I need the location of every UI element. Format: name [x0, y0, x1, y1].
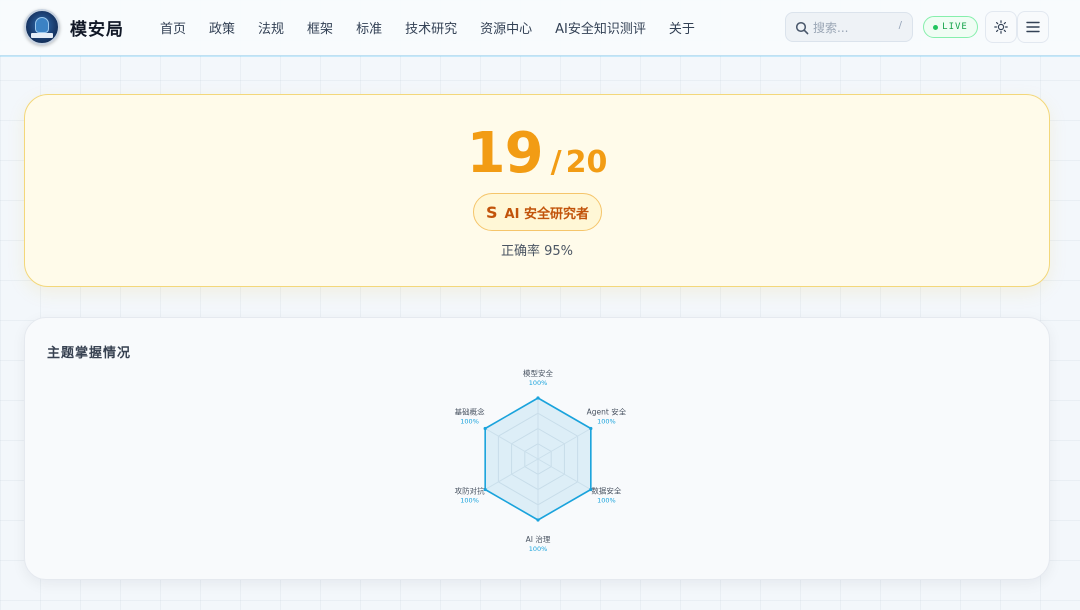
brand-name[interactable]: 模安局 — [70, 15, 124, 40]
radar-value-label: 100% — [597, 497, 616, 505]
radar-axis-label: AI 治理 — [526, 534, 551, 544]
score-value: 19 — [466, 121, 544, 186]
nav-item-policy[interactable]: 政策 — [209, 18, 235, 37]
logo-band-shape — [31, 33, 53, 38]
rank-title: AI 安全研究者 — [504, 206, 589, 222]
theme-toggle-button[interactable] — [985, 11, 1017, 43]
score-display: 19/20 — [25, 121, 1049, 186]
nav-item-tech-research[interactable]: 技术研究 — [405, 18, 457, 37]
search-shortcut-key: / — [898, 20, 902, 31]
logo-badge-icon[interactable] — [24, 9, 60, 45]
nav-item-resources[interactable]: 资源中心 — [480, 18, 532, 37]
radar-value-label: 100% — [460, 497, 479, 505]
search-input[interactable] — [813, 18, 893, 38]
score-total: 20 — [565, 145, 608, 180]
live-badge: LIVE — [923, 16, 978, 38]
radar-axis-label: 基础概念 — [455, 407, 485, 417]
topic-mastery-card: 主题掌握情况 模型安全 100% Agent 安全 100% 数据安全 100% AI 治理… — [24, 317, 1050, 580]
radar-value-label: 100% — [460, 418, 479, 426]
radar-value-label: 100% — [597, 418, 616, 426]
score-separator: / — [550, 145, 562, 180]
nav-item-about[interactable]: 关于 — [669, 18, 695, 37]
nav-item-regulations[interactable]: 法规 — [258, 18, 284, 37]
accuracy-text: 正确率 95% — [500, 244, 574, 259]
radar-data-point — [536, 396, 540, 400]
search-box[interactable]: / — [785, 12, 913, 42]
top-navbar: 模安局 首页 政策 法规 框架 标准 技术研究 资源中心 AI安全知识测评 关于… — [0, 0, 1080, 56]
sun-icon — [994, 20, 1008, 34]
logo-shield-shape — [35, 17, 49, 33]
radar-axis-label: Agent 安全 — [587, 407, 627, 417]
radar-axis-label: 攻防对抗 — [455, 486, 485, 496]
radar-data-area — [484, 397, 592, 521]
rank-letter: S — [486, 202, 498, 222]
radar-value-label: 100% — [529, 379, 548, 387]
nav-item-quiz[interactable]: AI安全知识测评 — [555, 18, 646, 37]
menu-button[interactable] — [1017, 11, 1049, 43]
radar-data-point — [589, 426, 593, 431]
nav-item-frameworks[interactable]: 框架 — [307, 18, 333, 37]
radar-data-point — [483, 426, 487, 431]
nav-item-home[interactable]: 首页 — [160, 18, 186, 37]
menu-icon — [1026, 21, 1040, 33]
topic-radar-chart: 模型安全100%Agent 安全100%数据安全100%AI 治理100%攻防对… — [455, 368, 627, 553]
search-icon — [795, 21, 809, 35]
rank-badge: S AI 安全研究者 — [473, 193, 602, 231]
live-label: LIVE — [942, 22, 968, 32]
live-dot-icon — [933, 24, 939, 30]
score-card: 19/20 S AI 安全研究者 正确率 95% — [24, 94, 1050, 287]
radar-axis-label: 模型安全 — [523, 368, 553, 378]
nav-item-standards[interactable]: 标准 — [356, 18, 382, 37]
main-nav: 首页 政策 法规 框架 标准 技术研究 资源中心 AI安全知识测评 关于 — [160, 18, 718, 37]
radar-data-point — [536, 518, 540, 522]
radar-axis-label: 数据安全 — [591, 486, 621, 496]
radar-value-label: 100% — [529, 545, 548, 553]
